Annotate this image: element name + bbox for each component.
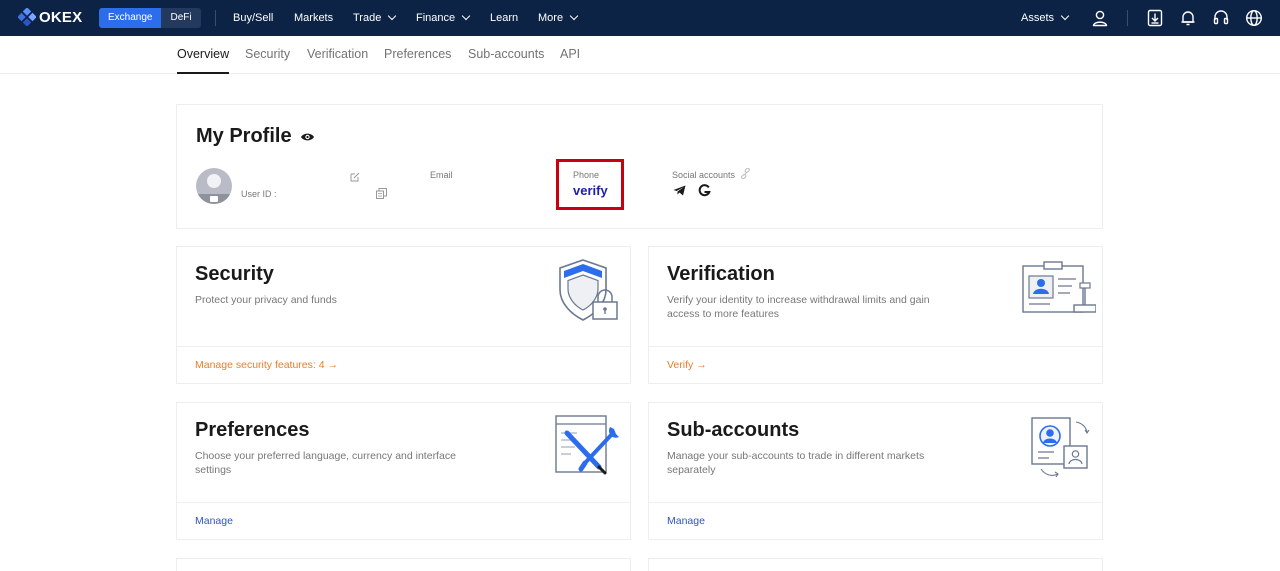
profile-card: My Profile User ID : Email Phone verify … [176,104,1103,229]
settings-tools-icon [555,415,619,475]
nav-buy-sell[interactable]: Buy/Sell [233,0,273,36]
profile-title: My Profile [196,125,315,148]
eye-icon[interactable] [300,132,315,142]
preferences-card: Preferences Choose your preferred langua… [176,402,631,540]
camera-icon [210,196,218,202]
nav-learn[interactable]: Learn [490,0,518,36]
edit-icon[interactable] [350,172,360,182]
copy-icon[interactable] [376,188,387,199]
nav-divider [1127,10,1128,26]
verify-link-text: Verify [667,359,694,371]
arrow-right-icon: → [327,359,339,371]
nav-trade-label: Trade [353,12,382,24]
account-tabs: Overview Security Verification Preferenc… [0,36,1280,74]
segment-exchange[interactable]: Exchange [99,8,162,28]
profile-title-text: My Profile [196,125,292,147]
user-id-label: User ID : [241,189,277,199]
nav-buy-sell-label: Buy/Sell [233,12,274,24]
preferences-title: Preferences [195,419,310,441]
id-card-stamp-icon [1022,261,1096,313]
tab-preferences[interactable]: Preferences [384,36,451,74]
next-card-right [648,558,1103,571]
email-label: Email [430,170,453,180]
nav-divider [215,10,216,26]
sub-accounts-card: Sub-accounts Manage your sub-accounts to… [648,402,1103,540]
chevron-down-icon [388,11,397,21]
nav-finance[interactable]: Finance [416,0,471,36]
bell-icon[interactable] [1179,9,1197,27]
nav-markets[interactable]: Markets [294,0,333,36]
nav-markets-label: Markets [294,12,334,24]
sub-accounts-description: Manage your sub-accounts to trade in dif… [667,450,925,476]
security-footer: Manage security features: 4 → [177,346,630,383]
globe-icon[interactable] [1245,9,1263,27]
next-card-left [176,558,631,571]
avatar-head [207,174,221,188]
preferences-description: Choose your preferred language, currency… [195,450,456,476]
sub-accounts-title: Sub-accounts [667,419,800,441]
logo-text: OKEX [39,8,83,26]
google-icon[interactable] [698,184,711,197]
nav-assets[interactable]: Assets [1021,0,1070,36]
manage-security-link[interactable]: Manage security features: 4 → [195,359,338,371]
download-icon[interactable] [1146,9,1164,27]
manage-security-link-text: Manage security features: 4 [195,359,325,371]
verify-link[interactable]: Verify → [667,359,707,371]
nav-learn-label: Learn [490,12,519,24]
tab-sub-accounts[interactable]: Sub-accounts [468,36,544,74]
verification-description: Verify your identity to increase withdra… [667,294,930,320]
chevron-down-icon [1060,11,1070,21]
social-accounts-label: Social accounts [672,170,736,180]
phone-label: Phone [573,170,600,180]
headset-icon[interactable] [1212,9,1230,27]
nav-finance-label: Finance [416,12,456,24]
verification-footer: Verify → [649,346,1102,383]
phone-verify-highlight: Phone verify [556,159,624,210]
okex-logo-icon [18,8,36,26]
manage-preferences-link[interactable]: Manage [195,515,233,527]
top-nav: OKEX Exchange DeFi Buy/Sell Markets Trad… [0,0,1280,36]
exchange-defi-switch[interactable]: Exchange DeFi [99,8,201,28]
tab-api[interactable]: API [560,36,580,74]
preferences-footer: Manage [177,502,630,539]
link-icon[interactable] [740,168,751,179]
nav-more[interactable]: More [538,0,579,36]
user-icon[interactable] [1091,9,1109,27]
telegram-icon[interactable] [673,185,686,196]
tab-overview[interactable]: Overview [177,36,230,74]
nav-trade[interactable]: Trade [353,0,397,36]
segment-defi[interactable]: DeFi [161,8,200,28]
manage-sub-accounts-link[interactable]: Manage [667,515,705,527]
security-title: Security [195,263,274,285]
chevron-down-icon [569,11,579,21]
chevron-down-icon [461,11,471,21]
tab-security[interactable]: Security [245,36,290,74]
avatar[interactable] [196,168,232,204]
verification-card: Verification Verify your identity to inc… [648,246,1103,384]
phone-verify-value[interactable]: verify [573,183,608,198]
arrow-right-icon: → [696,359,707,371]
okex-logo[interactable]: OKEX [18,8,82,26]
shield-lock-icon [559,259,618,321]
security-card: Security Protect your privacy and funds … [176,246,631,384]
nav-assets-label: Assets [1021,12,1055,24]
security-description: Protect your privacy and funds [195,294,337,306]
sub-accounts-icon [1031,417,1090,478]
verification-title: Verification [667,263,775,285]
tab-verification[interactable]: Verification [307,36,368,74]
sub-accounts-footer: Manage [649,502,1102,539]
nav-more-label: More [538,12,564,24]
